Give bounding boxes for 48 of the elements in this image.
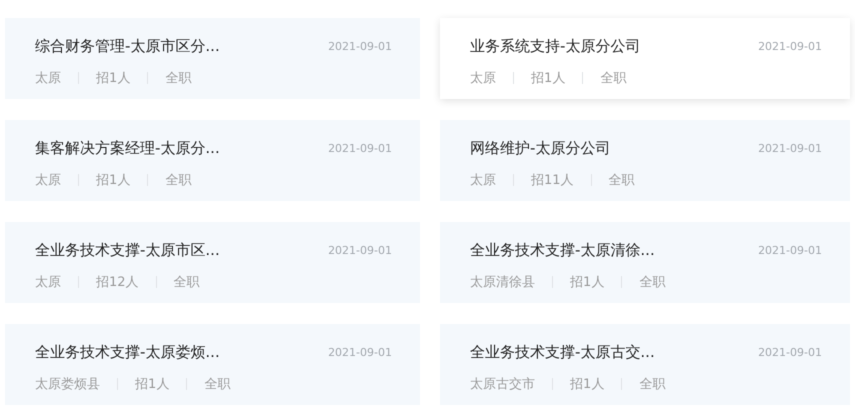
job-meta: 太原清徐县	[470, 274, 535, 291]
job-card[interactable]: 全业务技术支撑-太原清徐... 2021-09-01 太原清徐县 招1人 全职	[440, 222, 850, 303]
job-meta: 招1人	[570, 376, 604, 393]
job-card[interactable]: 全业务技术支撑-太原古交... 2021-09-01 太原古交市 招1人 全职	[440, 324, 850, 405]
job-meta: 招1人	[531, 70, 566, 87]
job-meta: 全职	[165, 70, 192, 87]
job-meta: 全职	[204, 376, 230, 393]
post-date: 2021-09-01	[758, 40, 822, 53]
job-meta: 太原	[35, 70, 61, 87]
job-title: 集客解决方案经理-太原分...	[35, 139, 220, 158]
job-title: 网络维护-太原分公司	[470, 139, 610, 158]
job-meta: 全职	[600, 70, 626, 87]
job-title: 全业务技术支撑-太原古交...	[470, 343, 655, 362]
job-title: 全业务技术支撑-太原清徐...	[470, 241, 655, 260]
job-card[interactable]: 综合财务管理-太原市区分... 2021-09-01 太原 招1人 全职	[5, 18, 420, 99]
job-meta: 太原	[470, 70, 496, 87]
job-card[interactable]: 网络维护-太原分公司 2021-09-01 太原 招11人 全职	[440, 120, 850, 201]
post-date: 2021-09-01	[758, 346, 822, 359]
job-meta: 招1人	[96, 172, 130, 189]
job-card[interactable]: 集客解决方案经理-太原分... 2021-09-01 太原 招1人 全职	[5, 120, 420, 201]
job-meta: 太原古交市	[470, 376, 535, 393]
job-meta: 全职	[165, 172, 192, 189]
job-card[interactable]: 全业务技术支撑-太原市区... 2021-09-01 太原 招12人 全职	[5, 222, 420, 303]
job-title: 全业务技术支撑-太原市区...	[35, 241, 220, 260]
job-meta: 太原娄烦县	[35, 376, 100, 393]
job-meta: 全职	[174, 274, 200, 291]
job-meta: 招1人	[96, 70, 130, 87]
job-meta: 全职	[639, 274, 666, 291]
post-date: 2021-09-01	[328, 142, 392, 155]
job-card[interactable]: 业务系统支持-太原分公司 2021-09-01 太原 招1人 全职	[440, 18, 850, 99]
post-date: 2021-09-01	[758, 244, 822, 257]
job-title: 业务系统支持-太原分公司	[470, 37, 640, 56]
job-meta: 招11人	[531, 172, 574, 189]
post-date: 2021-09-01	[328, 346, 392, 359]
job-meta: 太原	[470, 172, 496, 189]
job-title: 全业务技术支撑-太原娄烦...	[35, 343, 220, 362]
job-title: 综合财务管理-太原市区分...	[35, 37, 220, 56]
post-date: 2021-09-01	[328, 244, 392, 257]
job-meta: 太原	[35, 274, 61, 291]
job-meta: 全职	[608, 172, 635, 189]
job-meta: 招1人	[570, 274, 604, 291]
job-meta: 全职	[639, 376, 666, 393]
post-date: 2021-09-01	[758, 142, 822, 155]
job-meta: 招1人	[135, 376, 170, 393]
job-card[interactable]: 全业务技术支撑-太原娄烦... 2021-09-01 太原娄烦县 招1人 全职	[5, 324, 420, 405]
job-meta: 太原	[35, 172, 61, 189]
post-date: 2021-09-01	[328, 40, 392, 53]
job-meta: 招12人	[96, 274, 139, 291]
